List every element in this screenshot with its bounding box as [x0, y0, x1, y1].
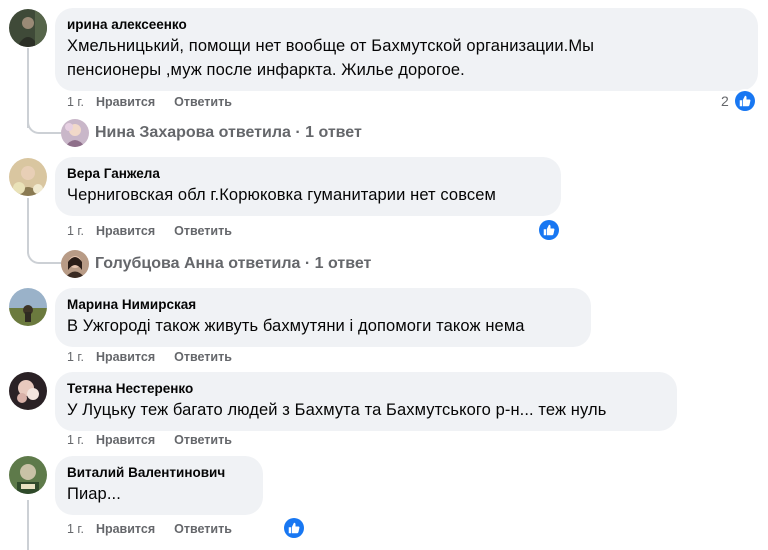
comment-timestamp[interactable]: 1 г. [67, 432, 84, 448]
comment-actions: 1 г. Нравится Ответить [67, 349, 251, 365]
comment-text: Пиар... [67, 485, 121, 503]
thumbs-up-icon[interactable] [284, 518, 304, 538]
thread-line [27, 198, 29, 253]
comment-author[interactable]: Виталий Валентинович [67, 464, 251, 482]
thumbs-up-icon[interactable] [735, 91, 755, 111]
replies-summary[interactable]: Голубцова Анна ответила · 1 ответ [61, 249, 371, 279]
thread-line [27, 500, 29, 550]
comment-text: Хмельницький, помощи нет вообще от Бахму… [67, 37, 595, 79]
like-button[interactable]: Нравится [96, 94, 155, 110]
comment-actions: 1 г. Нравится Ответить [67, 223, 251, 239]
avatar[interactable] [9, 372, 47, 410]
comment-timestamp[interactable]: 1 г. [67, 521, 84, 537]
comment-author[interactable]: Вера Ганжела [67, 165, 549, 183]
reply-button[interactable]: Ответить [174, 94, 232, 110]
like-button[interactable]: Нравится [96, 223, 155, 239]
comment-author[interactable]: ирина алексеенко [67, 16, 746, 34]
reply-connector [27, 118, 61, 134]
replies-summary-text[interactable]: Нина Захарова ответила · 1 ответ [95, 123, 362, 143]
reply-connector [27, 248, 61, 264]
comment-bubble: Марина Нимирская В Ужгороді також живуть… [55, 288, 591, 347]
avatar[interactable] [9, 9, 47, 47]
comment-timestamp[interactable]: 1 г. [67, 94, 84, 110]
comment-text: Черниговская обл г.Корюковка гуманитарии… [67, 186, 496, 204]
like-button[interactable]: Нравится [96, 521, 155, 537]
replies-summary[interactable]: Нина Захарова ответила · 1 ответ [61, 118, 362, 148]
comment-author[interactable]: Марина Нимирская [67, 296, 579, 314]
comments-section: ирина алексеенко Хмельницький, помощи не… [0, 0, 768, 550]
like-button[interactable]: Нравится [96, 432, 155, 448]
avatar[interactable] [9, 158, 47, 196]
replies-summary-text[interactable]: Голубцова Анна ответила · 1 ответ [95, 254, 371, 274]
avatar [61, 119, 89, 147]
comment-author[interactable]: Тетяна Нестеренко [67, 380, 665, 398]
comment-text: В Ужгороді також живуть бахмутяни і допо… [67, 317, 525, 335]
avatar[interactable] [9, 456, 47, 494]
comment-timestamp[interactable]: 1 г. [67, 223, 84, 239]
avatar[interactable] [9, 288, 47, 326]
like-button[interactable]: Нравится [96, 349, 155, 365]
reply-button[interactable]: Ответить [174, 432, 232, 448]
comment-actions: 1 г. Нравится Ответить [67, 94, 251, 110]
avatar [61, 250, 89, 278]
reply-button[interactable]: Ответить [174, 223, 232, 239]
thread-line [27, 48, 29, 128]
comment-timestamp[interactable]: 1 г. [67, 349, 84, 365]
reply-button[interactable]: Ответить [174, 521, 232, 537]
comment-actions: 1 г. Нравится Ответить [67, 432, 251, 448]
reaction-count[interactable]: 2 [721, 92, 729, 110]
thumbs-up-icon[interactable] [539, 220, 559, 240]
comment-text: У Луцьку теж багато людей з Бахмута та Б… [67, 401, 607, 419]
reply-button[interactable]: Ответить [174, 349, 232, 365]
comment-actions: 1 г. Нравится Ответить [67, 521, 251, 537]
comment-bubble: Виталий Валентинович Пиар... [55, 456, 263, 515]
comment-bubble: Вера Ганжела Черниговская обл г.Корюковк… [55, 157, 561, 216]
comment-bubble: ирина алексеенко Хмельницький, помощи не… [55, 8, 758, 91]
comment-bubble: Тетяна Нестеренко У Луцьку теж багато лю… [55, 372, 677, 431]
